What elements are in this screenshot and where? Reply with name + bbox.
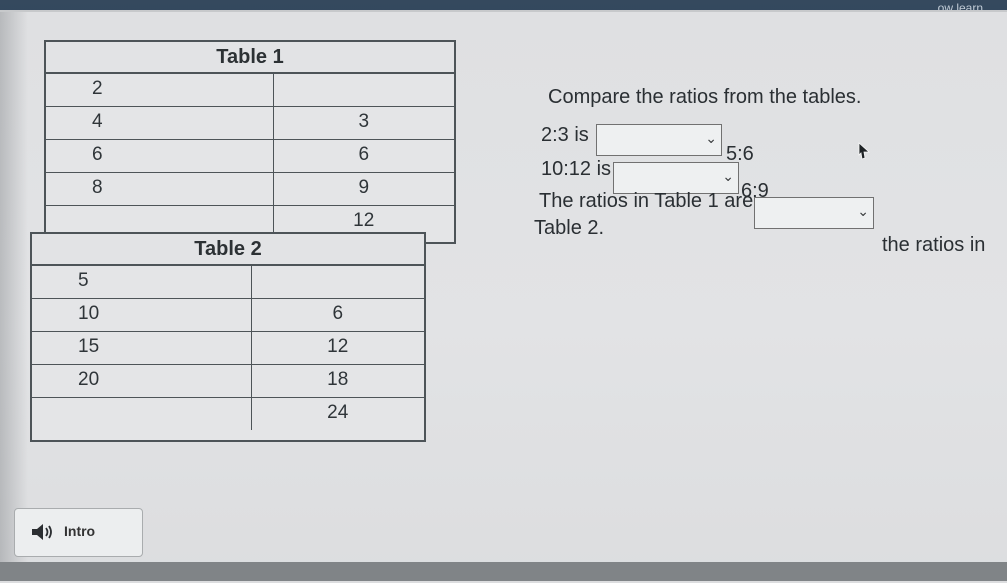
table-1-cell-left: 4 [92, 111, 103, 132]
ratio-line-1-prefix: 2:3 is [541, 124, 589, 146]
table-1-cell-right: 9 [272, 173, 455, 205]
chevron-down-icon: ⌄ [722, 168, 734, 184]
table-2-row: 20 18 [32, 365, 424, 398]
ratio-compare-dropdown-1[interactable]: ⌄ [596, 124, 722, 156]
table-2-cell-left: 5 [78, 270, 89, 291]
table-2-row: 15 12 [32, 332, 424, 365]
question-prompt: Compare the ratios from the tables. [548, 86, 862, 108]
table-1-cell-left: 2 [92, 78, 103, 99]
table-2-row: 5 [32, 266, 424, 299]
left-shadow [0, 12, 28, 581]
table-2-cell-right [250, 266, 425, 298]
speaker-icon [32, 524, 52, 540]
table-2-row: 10 6 [32, 299, 424, 332]
table-1-row: 8 9 [46, 173, 454, 206]
table-1-row: 2 [46, 74, 454, 107]
table-1-cell-left: 6 [92, 144, 103, 165]
table-2-cell-left: 20 [78, 369, 100, 390]
ratio-line-2-prefix: 10:12 is [541, 158, 612, 180]
table-2-cell-left: 10 [78, 303, 100, 324]
table-2-cell-right: 12 [250, 332, 425, 364]
table-2-row: 24 [32, 398, 424, 430]
table-1-cell-left: 8 [92, 177, 103, 198]
table-1-title: Table 1 [46, 42, 454, 74]
table-2: Table 2 5 10 6 15 12 20 18 24 [30, 232, 426, 442]
mouse-pointer-icon [858, 142, 870, 160]
bottom-shadow [0, 562, 1007, 581]
intro-button[interactable]: Intro [14, 508, 143, 557]
table-1-cell-right [272, 74, 455, 106]
ratio-compare-dropdown-3[interactable]: ⌄ [754, 197, 874, 229]
table-1-cell-right: 6 [272, 140, 455, 172]
chevron-down-icon: ⌄ [857, 203, 869, 219]
table-1-row: 4 3 [46, 107, 454, 140]
intro-label: Intro [64, 523, 96, 539]
table-2-cell-right: 24 [250, 398, 425, 430]
ratio-line-3-suffix: the ratios in [882, 234, 986, 256]
table-1-cell-right: 3 [272, 107, 455, 139]
table-2-cell-left: 15 [78, 336, 100, 357]
ratio-line-4-text: Table 2. [534, 217, 605, 239]
table-2-cell-left [32, 398, 251, 430]
ratio-line-3-prefix: The ratios in Table 1 are [539, 190, 754, 212]
table-1: Table 1 2 4 3 6 6 8 9 12 [44, 40, 456, 244]
table-2-cell-right: 6 [250, 299, 425, 331]
chevron-down-icon: ⌄ [705, 130, 717, 146]
table-2-title: Table 2 [32, 234, 424, 266]
table-2-cell-right: 18 [250, 365, 425, 397]
table-1-row: 6 6 [46, 140, 454, 173]
